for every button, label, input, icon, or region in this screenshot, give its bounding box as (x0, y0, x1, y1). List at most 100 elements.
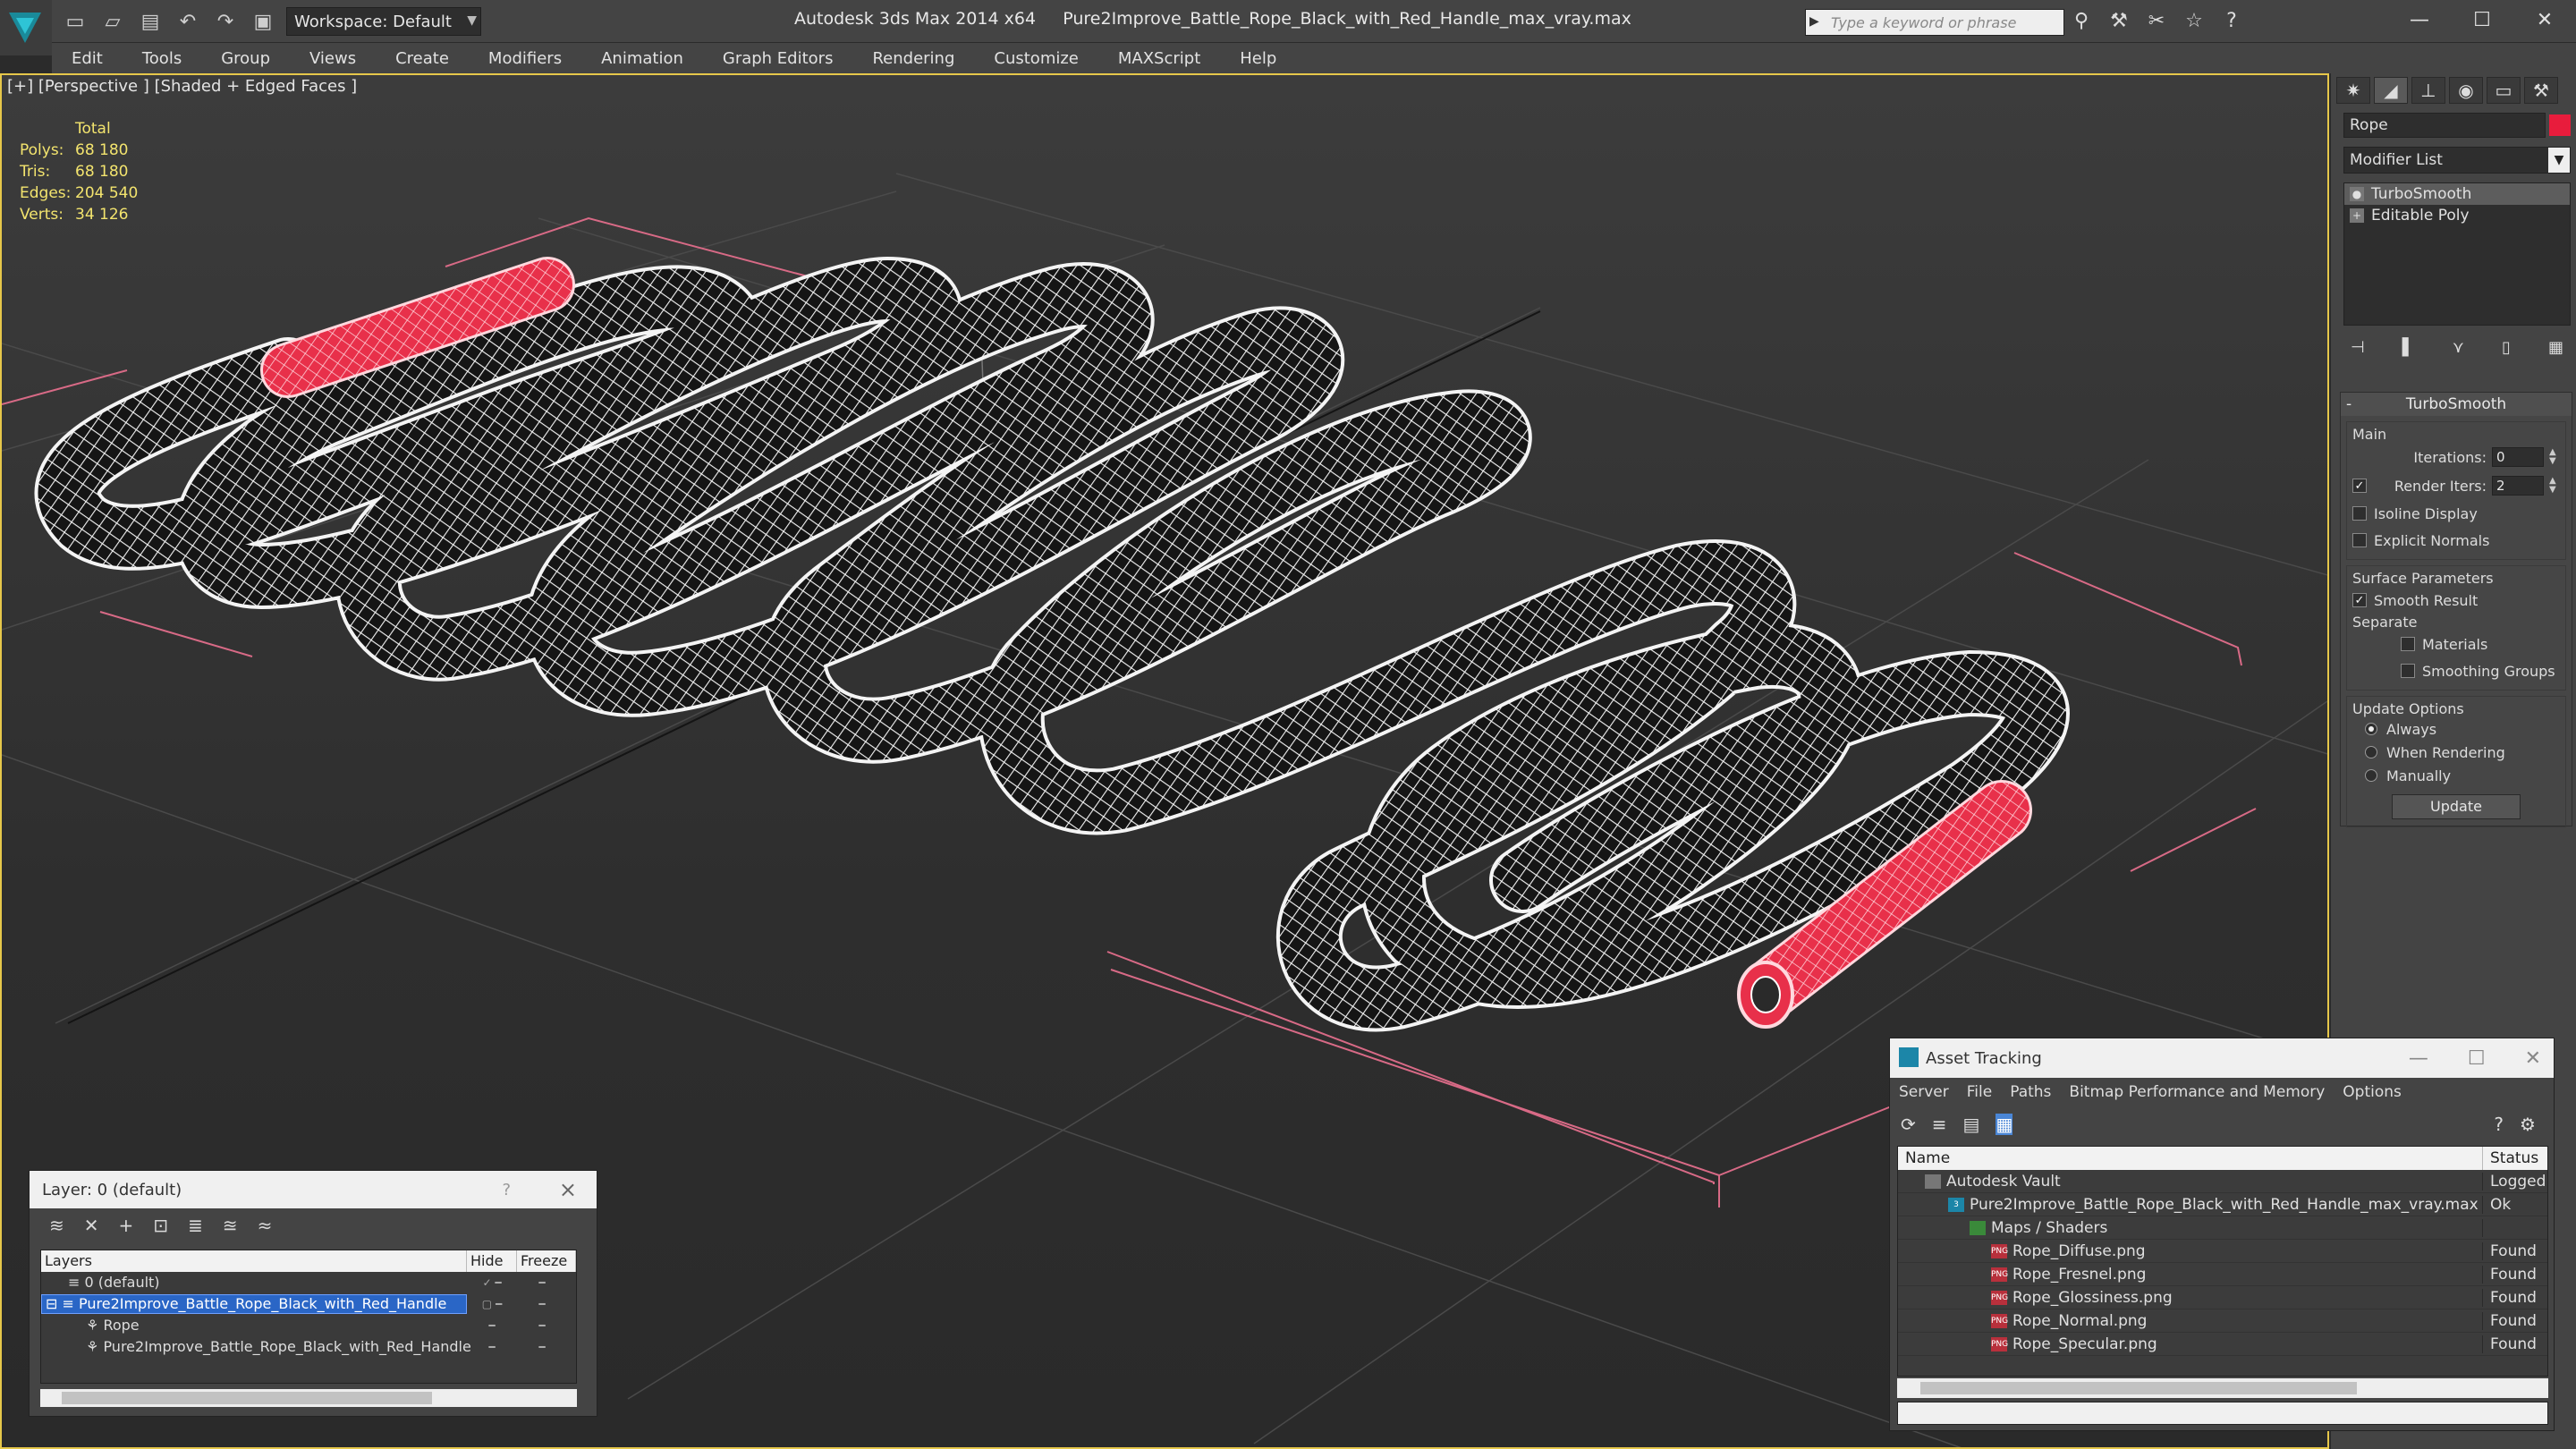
grid-view-icon[interactable]: ▦ (1996, 1114, 2013, 1135)
help-icon[interactable]: ? (2494, 1114, 2504, 1135)
menu-edit[interactable]: Edit (52, 49, 123, 68)
menu-customize[interactable]: Customize (974, 49, 1097, 68)
menu-modifiers[interactable]: Modifiers (469, 49, 581, 68)
asset-window-titlebar[interactable]: Asset Tracking — ☐ ✕ (1890, 1038, 2554, 1078)
search-expand-icon[interactable]: ▶ (1809, 14, 1819, 29)
search-input[interactable]: ▶ Type a keyword or phrase (1805, 9, 2064, 36)
menu-help[interactable]: Help (1220, 49, 1296, 68)
configure-sets-icon[interactable]: ▦ (2548, 338, 2563, 357)
col-hide[interactable]: Hide (467, 1250, 517, 1272)
rollout-header[interactable]: - TurboSmooth (2341, 393, 2572, 416)
binoculars-icon[interactable]: ⚲ (2068, 7, 2095, 34)
minimize-icon[interactable]: — (2409, 1047, 2428, 1070)
asset-path-status-field[interactable] (1897, 1402, 2548, 1425)
radio-when-rendering[interactable] (2365, 746, 2377, 758)
asset-row[interactable]: PNG Rope_Fresnel.png Found (1898, 1263, 2547, 1286)
object-color-swatch[interactable] (2549, 114, 2571, 136)
asset-row[interactable]: Maps / Shaders (1898, 1216, 2547, 1240)
menu-create[interactable]: Create (376, 49, 469, 68)
menu-options[interactable]: Options (2343, 1083, 2402, 1101)
remove-modifier-icon[interactable]: ▯ (2502, 338, 2511, 357)
render-iters-checkbox[interactable]: ✓ (2352, 479, 2367, 493)
motion-tab-icon[interactable]: ◉ (2449, 77, 2483, 104)
close-icon[interactable]: ✕ (2513, 0, 2576, 39)
smoothing-groups-checkbox[interactable] (2401, 664, 2415, 678)
close-icon[interactable]: × (559, 1177, 577, 1202)
layer-window-titlebar[interactable]: Layer: 0 (default) ? × (30, 1171, 597, 1208)
hide-cell[interactable]: ━ (467, 1319, 517, 1332)
list-view-icon[interactable]: ≡ (1932, 1114, 1947, 1135)
menu-animation[interactable]: Animation (581, 49, 703, 68)
communication-icon[interactable]: ✂ (2143, 7, 2170, 34)
smooth-result-checkbox[interactable]: ✓ (2352, 593, 2367, 607)
layer-row[interactable]: ⚘ Pure2Improve_Battle_Rope_Black_with_Re… (41, 1336, 576, 1358)
highlight-layer-icon[interactable]: ≣ (188, 1215, 203, 1236)
scrollbar-thumb[interactable] (1920, 1382, 2357, 1394)
menu-file[interactable]: File (1967, 1083, 1992, 1101)
maximize-icon[interactable]: ☐ (2468, 1047, 2486, 1070)
menu-server[interactable]: Server (1899, 1083, 1949, 1101)
radio-manually-row[interactable]: Manually (2352, 764, 2560, 787)
hierarchy-tab-icon[interactable]: ⊥ (2411, 77, 2445, 104)
stack-item-editable-poly[interactable]: + Editable Poly (2344, 205, 2570, 226)
display-tab-icon[interactable]: ▭ (2487, 77, 2521, 104)
show-end-result-icon[interactable]: ▌ (2402, 338, 2415, 357)
menu-tools[interactable]: Tools (123, 49, 201, 68)
stack-item-turbosmooth[interactable]: ● TurboSmooth (2344, 183, 2570, 205)
isoline-display-checkbox[interactable] (2352, 506, 2367, 521)
radio-always[interactable] (2365, 723, 2377, 735)
vault-settings-icon[interactable]: ⚙ (2520, 1114, 2536, 1135)
pin-stack-icon[interactable]: ⊣ (2351, 338, 2365, 357)
menu-bitmap-performance[interactable]: Bitmap Performance and Memory (2069, 1083, 2325, 1101)
spinner-arrows-icon[interactable]: ▲ ▼ (2549, 448, 2560, 466)
freeze-all-icon[interactable]: ≈ (258, 1215, 273, 1236)
hide-cell[interactable]: ━ (467, 1341, 517, 1353)
refresh-icon[interactable]: ⟳ (1901, 1114, 1916, 1135)
modify-tab-icon[interactable]: ◢ (2374, 77, 2408, 104)
render-iters-spinner[interactable]: 2 (2492, 476, 2544, 496)
hide-all-icon[interactable]: ≊ (223, 1215, 238, 1236)
rope-mesh[interactable] (34, 257, 2070, 1032)
delete-layer-icon[interactable]: ✕ (84, 1215, 99, 1236)
explicit-normals-checkbox[interactable] (2352, 533, 2367, 547)
workspace-dropdown[interactable]: Workspace: Default ▼ (286, 7, 481, 36)
lightbulb-icon[interactable]: ● (2350, 187, 2364, 201)
col-name[interactable]: Name (1898, 1147, 2483, 1170)
select-in-layer-icon[interactable]: ⊡ (153, 1215, 168, 1236)
spinner-arrows-icon[interactable]: ▲ ▼ (2549, 477, 2560, 495)
hide-cell[interactable]: ▢ ━ (467, 1298, 517, 1310)
iterations-spinner[interactable]: 0 (2492, 447, 2544, 467)
radio-always-row[interactable]: Always (2352, 717, 2560, 741)
layers-icon[interactable]: ≋ (49, 1215, 64, 1236)
collapse-icon[interactable]: ⊟ ≡ (46, 1294, 79, 1314)
object-name-field[interactable]: Rope (2343, 113, 2546, 138)
menu-paths[interactable]: Paths (2010, 1083, 2051, 1101)
update-button[interactable]: Update (2392, 794, 2521, 819)
redo-icon[interactable]: ↷ (213, 9, 238, 34)
asset-row[interactable]: PNG Rope_Diffuse.png Found (1898, 1240, 2547, 1263)
open-file-icon[interactable]: ▱ (100, 9, 125, 34)
menu-graph-editors[interactable]: Graph Editors (703, 49, 853, 68)
viewport-label[interactable]: [+] [Perspective ] [Shaded + Edged Faces… (7, 77, 357, 96)
menu-maxscript[interactable]: MAXScript (1098, 49, 1220, 68)
help-icon[interactable]: ? (2218, 7, 2245, 34)
layer-row[interactable]: ≡ 0 (default) ✓ ━ ━ (41, 1272, 576, 1293)
scrollbar-thumb[interactable] (62, 1392, 432, 1404)
freeze-cell[interactable]: ━ (517, 1319, 567, 1332)
minimize-icon[interactable]: — (2388, 0, 2451, 39)
subscription-icon[interactable]: ⚒ (2106, 7, 2132, 34)
create-tab-icon[interactable]: ✷ (2336, 77, 2370, 104)
asset-row[interactable]: Autodesk Vault Logged (1898, 1170, 2547, 1193)
radio-manually[interactable] (2365, 769, 2377, 782)
layer-row[interactable]: ⚘ Rope ━ ━ (41, 1315, 576, 1336)
asset-row[interactable]: PNG Rope_Glossiness.png Found (1898, 1286, 2547, 1309)
utilities-tab-icon[interactable]: ⚒ (2524, 77, 2558, 104)
asset-row[interactable]: PNG Rope_Normal.png Found (1898, 1309, 2547, 1333)
save-file-icon[interactable]: ▤ (138, 9, 163, 34)
asset-row[interactable]: 3 Pure2Improve_Battle_Rope_Black_with_Red… (1898, 1193, 2547, 1216)
add-layer-icon[interactable]: + (119, 1215, 134, 1236)
app-logo-button[interactable] (0, 0, 52, 55)
layer-row-selected[interactable]: ⊟ ≡ Pure2Improve_Battle_Rope_Black_with_… (41, 1293, 576, 1315)
freeze-cell[interactable]: ━ (517, 1341, 567, 1353)
new-file-icon[interactable]: ▭ (63, 9, 88, 34)
